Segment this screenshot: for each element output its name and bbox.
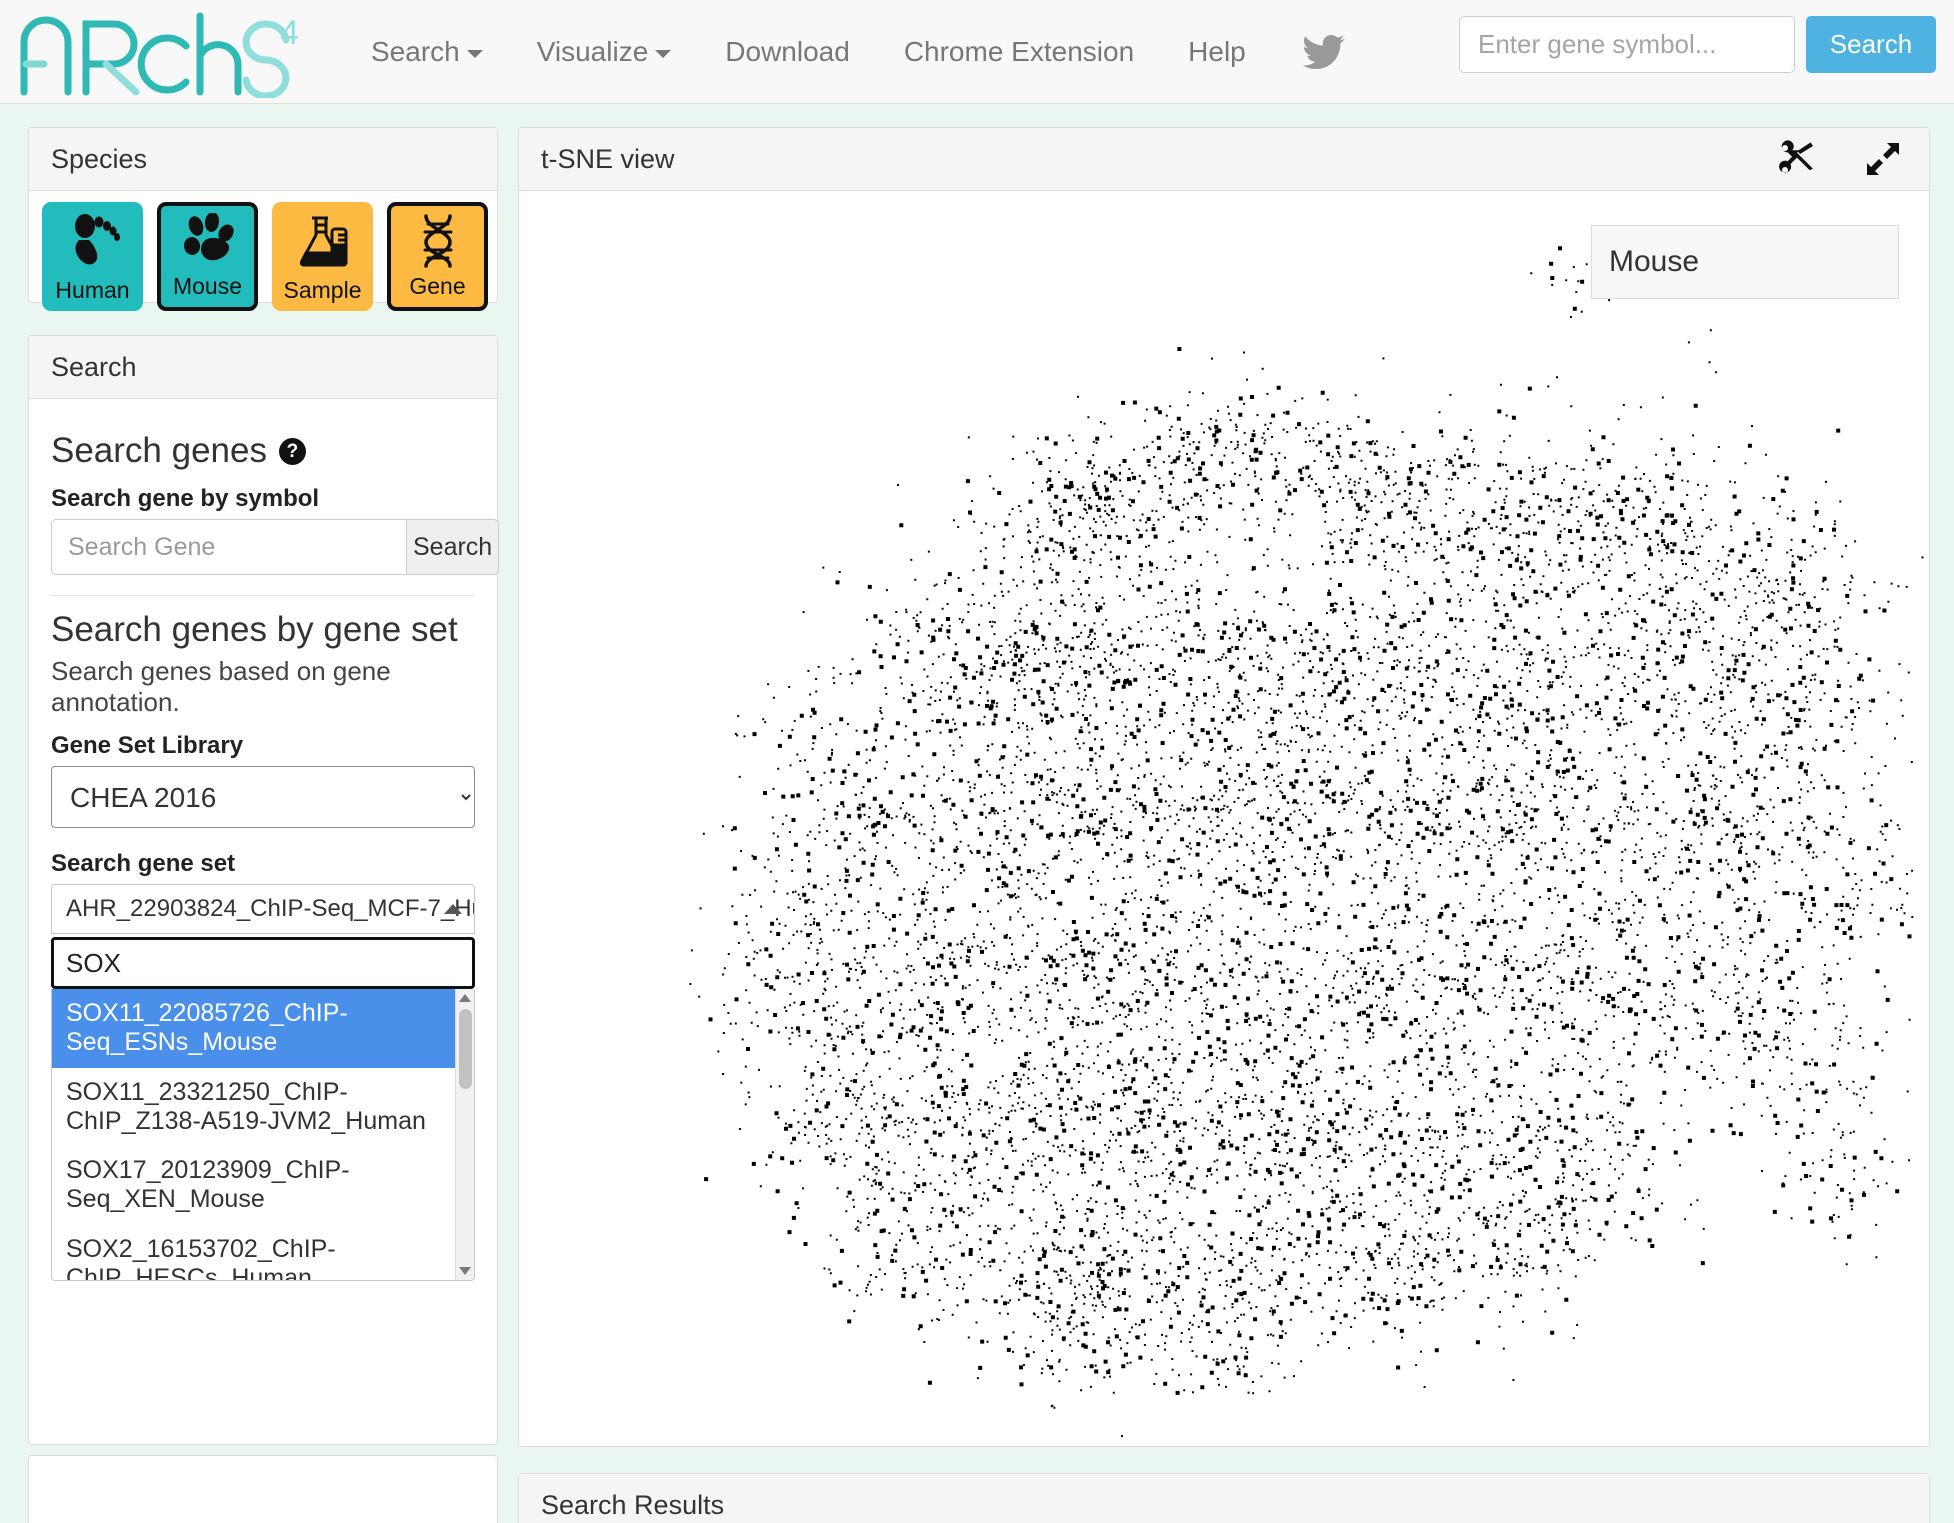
nav-item-help[interactable]: Help (1161, 0, 1273, 103)
tsne-legend: Mouse (1591, 225, 1899, 299)
species-panel-header: Species (29, 128, 497, 191)
species-panel-title: Species (51, 143, 148, 174)
chevron-down-icon (655, 49, 672, 58)
tsne-panel-title: t-SNE view (541, 143, 675, 174)
search-genes-heading: Search genes ? (51, 431, 475, 471)
species-button-human-label: Human (55, 277, 130, 303)
nav-item-download[interactable]: Download (698, 0, 877, 103)
nav-item-chrome-extension[interactable]: Chrome Extension (877, 0, 1161, 103)
gene-set-combobox-display[interactable]: AHR_22903824_ChIP-Seq_MCF-7_Human (51, 884, 475, 934)
flask-icon (272, 202, 373, 279)
chevron-up-icon (444, 904, 462, 914)
search-genes-heading-label: Search genes (51, 431, 267, 470)
nav-links: Search Visualize Download Chrome Extensi… (344, 0, 1361, 103)
tsne-panel-tools (1771, 135, 1909, 183)
gene-symbol-label: Search gene by symbol (51, 485, 320, 512)
tsne-panel-header: t-SNE view (519, 128, 1929, 191)
paw-print-icon (161, 206, 254, 275)
species-button-mouse[interactable]: Mouse (157, 202, 258, 311)
gene-symbol-input-group: Search (51, 519, 500, 575)
gene-set-heading: Search genes by gene set (51, 610, 458, 649)
nav-item-search[interactable]: Search (344, 0, 510, 103)
species-button-gene-label: Gene (409, 273, 466, 299)
search-panel-header: Search (29, 336, 497, 399)
species-button-human[interactable]: Human (42, 202, 143, 311)
species-button-sample-label: Sample (283, 277, 362, 303)
svg-text:4: 4 (280, 14, 299, 52)
search-panel-title: Search (51, 351, 137, 382)
scrollbar-thumb[interactable] (459, 1009, 472, 1089)
search-results-panel-header: Search Results (519, 1474, 1929, 1523)
gene-set-library-select[interactable]: CHEA 2016 (51, 766, 475, 828)
gene-set-filter-input[interactable] (51, 937, 475, 989)
question-mark-icon[interactable]: ? (278, 437, 306, 465)
search-results-panel-title: Search Results (541, 1489, 725, 1520)
footprint-icon (42, 202, 143, 279)
species-button-gene[interactable]: Gene (387, 202, 488, 311)
gene-set-option[interactable]: SOX11_23321250_ChIP-ChIP_Z138-A519-JVM2_… (52, 1068, 470, 1147)
species-panel: Species Human Mouse Sample Gene (28, 127, 498, 311)
tsne-scatter-svg (689, 246, 1924, 1438)
nav-item-search-label: Search (371, 36, 460, 67)
gene-set-library-label: Gene Set Library (51, 732, 244, 759)
tsne-scatter-plot[interactable] (519, 191, 1929, 1445)
dna-icon (391, 206, 484, 275)
search-panel-body: Search genes ? Search gene by symbol Sea… (29, 399, 500, 1281)
search-gene-set-label: Search gene set (51, 850, 236, 877)
chevron-down-icon (466, 49, 483, 58)
tsne-legend-label: Mouse (1609, 245, 1700, 278)
top-navbar: 4 Search Visualize Download Chrome Exten… (0, 0, 1954, 104)
tsne-panel: t-SNE view Mouse (518, 127, 1930, 1447)
twitter-icon[interactable] (1297, 28, 1351, 76)
section-divider (51, 595, 475, 596)
gene-set-option-list: SOX11_22085726_ChIP-Seq_ESNs_Mouse SOX11… (51, 989, 475, 1281)
gene-set-combobox: AHR_22903824_ChIP-Seq_MCF-7_Human SOX11_… (51, 884, 475, 1281)
scissors-icon[interactable] (1771, 135, 1823, 183)
tsne-plot-area[interactable]: Mouse (519, 191, 1929, 1445)
gene-set-option[interactable]: SOX2_16153702_ChIP-ChIP_HESCs_Human (52, 1225, 470, 1281)
search-results-panel: Search Results (518, 1473, 1930, 1523)
compress-arrows-icon[interactable] (1857, 135, 1909, 183)
gene-symbol-search-input[interactable] (1459, 16, 1795, 73)
search-panel: Search Search genes ? Search gene by sym… (28, 335, 500, 1445)
navbar-search-group: Search (1459, 16, 1936, 73)
gene-symbol-input[interactable] (51, 519, 406, 575)
sidebar-bottom-cut-panel (28, 1455, 498, 1523)
species-buttons: Human Mouse Sample Gene (29, 191, 497, 311)
gene-set-combobox-value: AHR_22903824_ChIP-Seq_MCF-7_Human (66, 895, 474, 922)
gene-set-description: Search genes based on gene annotation. (51, 656, 391, 717)
navbar-search-button[interactable]: Search (1806, 16, 1936, 73)
nav-item-visualize[interactable]: Visualize (510, 0, 699, 103)
gene-set-list-scrollbar[interactable] (455, 989, 474, 1280)
gene-set-option[interactable]: SOX11_22085726_ChIP-Seq_ESNs_Mouse (52, 989, 470, 1068)
gene-symbol-search-button[interactable]: Search (406, 519, 500, 575)
scroll-up-arrow-icon[interactable] (459, 994, 471, 1002)
brand-logo[interactable]: 4 (14, 6, 314, 98)
gene-set-option[interactable]: SOX17_20123909_ChIP-Seq_XEN_Mouse (52, 1146, 470, 1225)
page-root: 4 Search Visualize Download Chrome Exten… (0, 0, 1954, 1523)
species-button-mouse-label: Mouse (172, 273, 243, 299)
species-button-sample[interactable]: Sample (272, 202, 373, 311)
nav-item-visualize-label: Visualize (536, 36, 649, 67)
scroll-down-arrow-icon[interactable] (459, 1267, 471, 1275)
